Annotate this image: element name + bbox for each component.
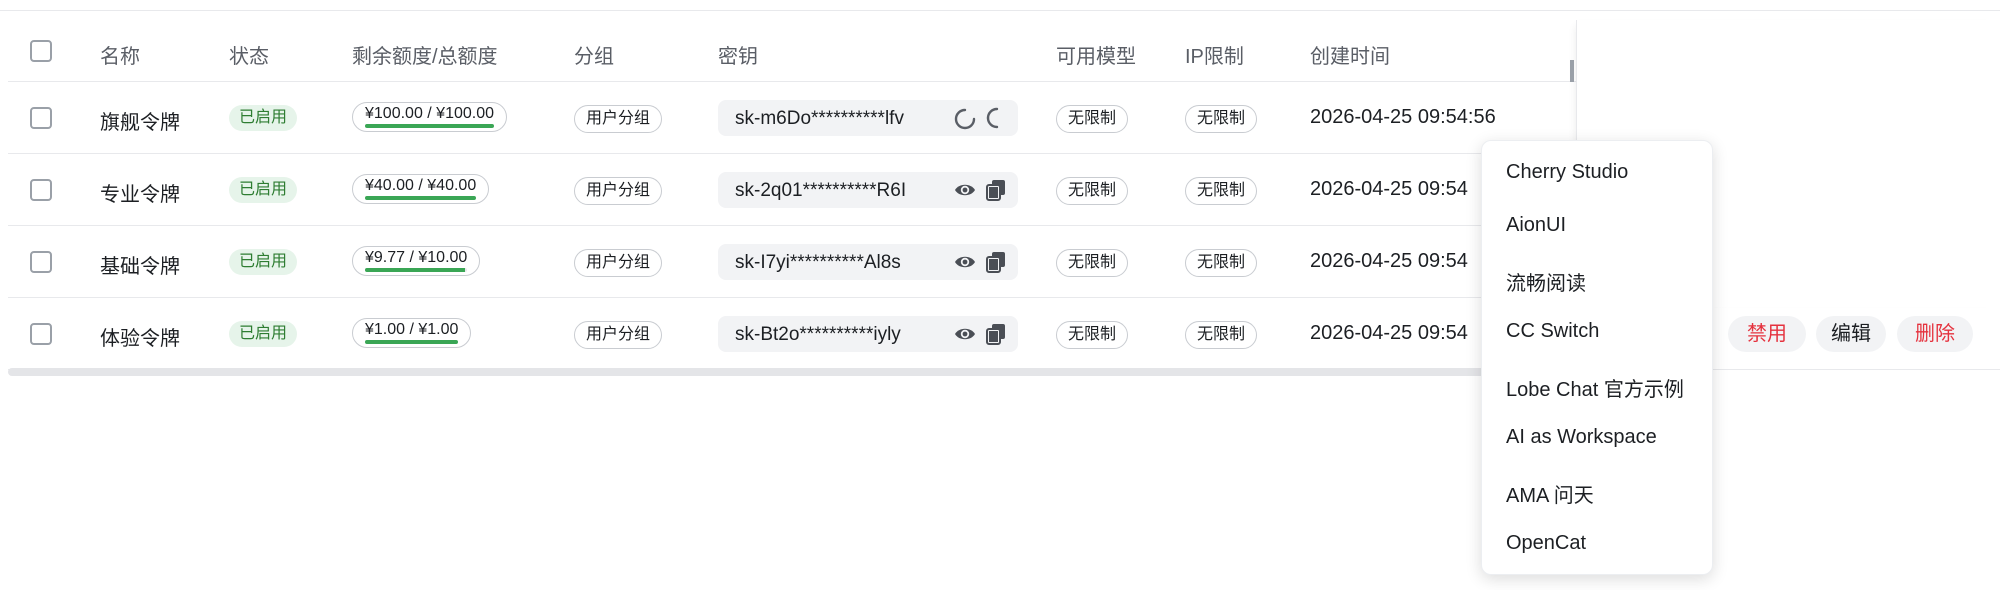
created-time: 2026-04-25 09:54: [1310, 178, 1468, 200]
quota-text: ¥9.77 / ¥10.00: [365, 249, 468, 266]
chat-menu-item[interactable]: Lobe Chat 官方示例: [1506, 373, 1684, 402]
models-tag: 无限制: [1056, 105, 1129, 133]
header-name: 名称: [100, 46, 140, 68]
quota-text: ¥40.00 / ¥40.00: [365, 177, 477, 194]
chat-menu-item[interactable]: AMA 问天: [1506, 479, 1594, 508]
quota-progress-fill: [365, 268, 465, 272]
chat-menu-item[interactable]: Cherry Studio: [1506, 161, 1628, 184]
quota-tag: ¥1.00 / ¥1.00: [352, 318, 472, 348]
group-tag: 用户分组: [574, 321, 663, 349]
quota-text: ¥100.00 / ¥100.00: [365, 105, 495, 122]
quota-progress: [365, 268, 468, 272]
ip-limit-tag: 无限制: [1185, 177, 1258, 205]
header-quota: 剩余额度/总额度: [352, 46, 498, 68]
token-name: 旗舰令牌: [100, 112, 180, 134]
eye-icon[interactable]: [954, 180, 976, 200]
models-tag: 无限制: [1056, 321, 1129, 349]
quota-progress-fill: [365, 196, 477, 200]
chat-menu-item[interactable]: AI as Workspace: [1506, 426, 1657, 449]
horizontal-scrollbar[interactable]: [8, 368, 1568, 376]
created-time: 2026-04-25 09:54: [1310, 250, 1468, 272]
key-field: sk-m6Do**********lfv: [718, 100, 1018, 136]
copy-icon[interactable]: [986, 251, 1006, 273]
status-badge: 已启用: [229, 177, 298, 203]
quota-text: ¥1.00 / ¥1.00: [365, 321, 459, 338]
quota-progress: [365, 196, 477, 200]
models-tag: 无限制: [1056, 249, 1129, 277]
disable-button[interactable]: 禁用: [1728, 316, 1806, 352]
copy-icon[interactable]: [986, 179, 1006, 201]
ip-limit-tag: 无限制: [1185, 105, 1258, 133]
status-badge: 已启用: [229, 249, 298, 275]
quota-progress: [365, 124, 495, 128]
header-created: 创建时间: [1310, 46, 1390, 68]
header-status: 状态: [229, 46, 269, 68]
delete-button[interactable]: 删除: [1897, 316, 1973, 352]
row-checkbox[interactable]: [30, 179, 52, 201]
chat-menu-item[interactable]: OpenCat: [1506, 532, 1586, 555]
chat-menu-item[interactable]: AionUI: [1506, 214, 1566, 237]
key-field: sk-Bt2o**********iyly: [718, 316, 1018, 352]
row-checkbox[interactable]: [30, 107, 52, 129]
eye-icon[interactable]: [954, 252, 976, 272]
group-tag: 用户分组: [574, 177, 663, 205]
key-text: sk-2q01**********R6I: [735, 180, 907, 201]
spinner-icon: [954, 108, 976, 130]
quota-progress-fill: [365, 124, 495, 128]
edit-button[interactable]: 编辑: [1816, 316, 1886, 352]
key-field: sk-I7yi**********Al8s: [718, 244, 1018, 280]
chat-menu-item[interactable]: 流畅阅读: [1506, 267, 1586, 296]
token-name: 基础令牌: [100, 256, 180, 278]
select-all-checkbox[interactable]: [30, 40, 52, 62]
row-checkbox[interactable]: [30, 323, 52, 345]
eye-icon[interactable]: [954, 324, 976, 344]
status-badge: 已启用: [229, 321, 298, 347]
quota-tag: ¥40.00 / ¥40.00: [352, 174, 490, 204]
truncated-header-fragment: [1570, 60, 1574, 82]
chat-client-dropdown: Cherry Studio AionUI 流畅阅读 CC Switch Lobe Cha…: [1481, 140, 1713, 575]
key-field: sk-2q01**********R6I: [718, 172, 1018, 208]
ip-limit-tag: 无限制: [1185, 249, 1258, 277]
token-name: 体验令牌: [100, 328, 180, 350]
group-tag: 用户分组: [574, 249, 663, 277]
header-models: 可用模型: [1056, 46, 1136, 68]
quota-tag: ¥100.00 / ¥100.00: [352, 102, 508, 132]
key-text: sk-I7yi**********Al8s: [735, 252, 901, 273]
created-time: 2026-04-25 09:54:56: [1310, 106, 1496, 128]
quota-progress-fill: [365, 340, 459, 344]
top-divider: [0, 10, 2000, 11]
row-checkbox[interactable]: [30, 251, 52, 273]
quota-tag: ¥9.77 / ¥10.00: [352, 246, 481, 276]
header-ip: IP限制: [1185, 46, 1244, 68]
chat-menu-item[interactable]: CC Switch: [1506, 320, 1599, 343]
quota-progress: [365, 340, 459, 344]
group-tag: 用户分组: [574, 105, 663, 133]
ip-limit-tag: 无限制: [1185, 321, 1258, 349]
token-name: 专业令牌: [100, 184, 180, 206]
key-text: sk-m6Do**********lfv: [735, 108, 904, 129]
spinner-icon: [986, 107, 1006, 129]
models-tag: 无限制: [1056, 177, 1129, 205]
status-badge: 已启用: [229, 105, 298, 131]
key-text: sk-Bt2o**********iyly: [735, 324, 901, 345]
created-time: 2026-04-25 09:54: [1310, 322, 1468, 344]
header-key: 密钥: [718, 46, 758, 68]
header-group: 分组: [574, 46, 614, 68]
copy-icon[interactable]: [986, 323, 1006, 345]
